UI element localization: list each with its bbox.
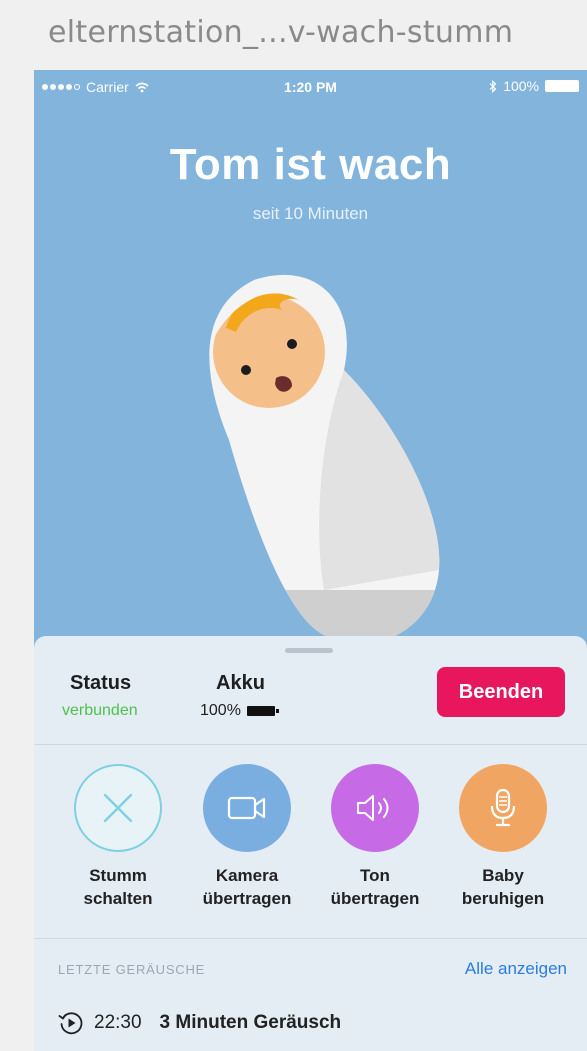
- divider: [34, 938, 587, 939]
- list-item[interactable]: 22:30 3 Minuten Geräusch: [58, 1010, 341, 1036]
- battery-status: 100%: [200, 702, 279, 720]
- battery-value: 100%: [200, 702, 241, 719]
- sound-time: 22:30: [94, 1012, 142, 1033]
- camera-action[interactable]: Kamera übertragen: [182, 764, 312, 910]
- divider: [34, 744, 587, 745]
- calm-baby-label-line2: beruhigen: [461, 889, 545, 908]
- camera-label: Kamera übertragen: [182, 864, 312, 910]
- battery-label: Akku: [216, 672, 265, 694]
- end-button[interactable]: Beenden: [437, 667, 565, 717]
- bluetooth-icon: [489, 79, 497, 93]
- speaker-icon: [357, 795, 389, 821]
- battery-icon: [545, 80, 579, 92]
- file-title: elternstation_...v-wach-stumm: [48, 15, 514, 50]
- camera-label-line2: übertragen: [202, 889, 292, 908]
- close-icon: [103, 793, 133, 823]
- status-right: 100%: [489, 78, 579, 94]
- mute-action[interactable]: Stumm schalten: [53, 764, 183, 910]
- battery-level-icon: [246, 706, 279, 716]
- page-title: Tom ist wach: [169, 140, 452, 189]
- drag-handle[interactable]: [285, 648, 333, 653]
- calm-baby-action[interactable]: Baby beruhigen: [438, 764, 568, 910]
- mute-label-line2: schalten: [83, 889, 153, 908]
- mute-label-line1: Stumm: [89, 866, 147, 885]
- calm-baby-label: Baby beruhigen: [438, 864, 568, 910]
- camera-button[interactable]: [203, 764, 291, 852]
- sound-label-line1: Ton: [360, 866, 390, 885]
- sound-label: Ton übertragen: [310, 864, 440, 910]
- show-all-link[interactable]: Alle anzeigen: [465, 959, 567, 979]
- control-panel: Status verbunden Akku 100% Beenden Stumm…: [34, 636, 587, 1051]
- status-value: verbunden: [62, 702, 138, 719]
- calm-baby-label-line1: Baby: [482, 866, 524, 885]
- sound-label-line2: übertragen: [330, 889, 420, 908]
- page-subtitle: seit 10 Minuten: [252, 204, 369, 223]
- play-history-icon: [58, 1012, 83, 1035]
- phone-screen: Carrier 1:20 PM 100% Tom ist wach seit 1…: [34, 70, 587, 1051]
- sound-button[interactable]: [331, 764, 419, 852]
- camera-icon: [227, 796, 266, 820]
- battery-percent: 100%: [503, 78, 539, 94]
- status-bar: Carrier 1:20 PM 100%: [34, 70, 587, 104]
- camera-label-line1: Kamera: [215, 866, 279, 885]
- sound-action[interactable]: Ton übertragen: [310, 764, 440, 910]
- sound-description: 3 Minuten Geräusch: [159, 1012, 342, 1033]
- swaddled-baby-illustration: [209, 274, 440, 644]
- calm-baby-button[interactable]: [459, 764, 547, 852]
- page: elternstation_...v-wach-stumm Carrier 1:…: [0, 0, 587, 1051]
- mute-button[interactable]: [74, 764, 162, 852]
- recent-sounds-title: LETZTE GERÄUSCHE: [58, 962, 206, 977]
- microphone-icon: [490, 788, 516, 827]
- mute-label: Stumm schalten: [53, 864, 183, 910]
- status-label: Status: [70, 672, 132, 694]
